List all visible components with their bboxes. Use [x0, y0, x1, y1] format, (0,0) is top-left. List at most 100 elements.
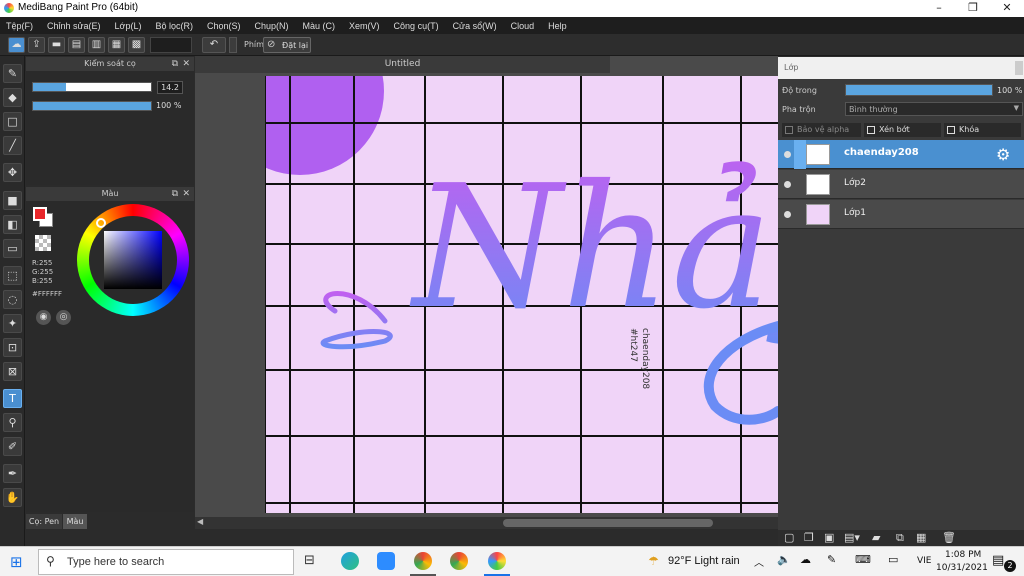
eye-icon[interactable] — [784, 151, 791, 158]
palette-icon[interactable]: ◉ — [36, 310, 51, 325]
minimize-button[interactable]: – — [922, 0, 956, 17]
copy-layer-icon[interactable]: ▣ — [824, 531, 834, 544]
menu-cloud[interactable]: Cloud — [511, 21, 535, 31]
canvas-tab[interactable]: Untitled — [195, 56, 610, 73]
canvas[interactable]: Nhảy chaenday208 #ht247 — [265, 76, 778, 513]
trash-icon[interactable]: 🗑 — [942, 531, 956, 544]
comment-icon[interactable]: ▬ — [48, 37, 65, 53]
brush-size-value[interactable]: 14.2 — [157, 81, 183, 94]
popout-icon[interactable]: ⧉ — [172, 57, 178, 71]
close-icon[interactable]: ✕ — [182, 57, 190, 71]
clipping-checkbox[interactable]: Xén bớt — [864, 123, 941, 137]
eye-icon[interactable] — [784, 181, 791, 188]
undo-icon[interactable]: ↶ — [202, 37, 226, 53]
display-icon[interactable]: ▭ — [888, 553, 898, 566]
edge-icon[interactable] — [341, 552, 359, 570]
brush-size-slider[interactable] — [32, 82, 152, 92]
medibang-taskbar-icon[interactable] — [488, 552, 506, 570]
folder-icon[interactable]: ▰ — [872, 531, 880, 544]
merge-icon[interactable]: ⧉ — [896, 531, 904, 545]
lasso-tool-icon[interactable]: ◌ — [3, 290, 22, 309]
menu-layer[interactable]: Lớp(L) — [115, 21, 142, 31]
eye-icon[interactable] — [784, 211, 791, 218]
scroll-left-icon[interactable]: ◀ — [197, 517, 203, 526]
chrome-profile-icon[interactable] — [450, 552, 468, 570]
close-button[interactable]: ✕ — [990, 0, 1024, 17]
lock-checkbox[interactable]: Khóa — [944, 123, 1021, 137]
close-icon[interactable]: ✕ — [182, 187, 190, 201]
toolbar-dropdown[interactable] — [150, 37, 192, 53]
add-layer-menu-icon[interactable]: ▤▾ — [844, 531, 860, 544]
blend-mode-select[interactable]: Bình thường ▼ — [845, 102, 1023, 116]
cloud-sync-icon[interactable]: ☁ — [800, 553, 811, 566]
gear-icon[interactable]: ⚙ — [996, 145, 1010, 164]
tab-brush[interactable]: Cọ: Pen — [26, 514, 62, 529]
menu-tools[interactable]: Công cụ(T) — [394, 21, 439, 31]
pen-icon[interactable]: ✎ — [827, 553, 836, 566]
maximize-button[interactable]: ❐ — [956, 0, 990, 17]
scrollbar-thumb[interactable] — [503, 519, 713, 527]
menu-capture[interactable]: Chụp(N) — [255, 21, 289, 31]
cloud-icon[interactable]: ☁ — [8, 37, 25, 53]
duplicate-layer-icon[interactable]: ❐ — [804, 531, 814, 544]
language-indicator[interactable]: VIE — [917, 556, 932, 566]
menu-help[interactable]: Help — [548, 21, 567, 31]
clock-time[interactable]: 1:08 PM — [945, 550, 981, 560]
protect-alpha-checkbox[interactable]: Bảo vệ alpha — [782, 123, 861, 137]
brush-opacity-slider[interactable] — [32, 101, 152, 111]
document-icon[interactable]: ▥ — [88, 37, 105, 53]
layout-icon[interactable]: ▩ — [128, 37, 145, 53]
rectangle-tool-icon[interactable]: □ — [3, 112, 22, 131]
popout-icon[interactable]: ⧉ — [172, 187, 178, 201]
weather-text[interactable]: 92°F Light rain — [668, 555, 740, 567]
palette-settings-icon[interactable]: ◎ — [56, 310, 71, 325]
share-icon[interactable]: ⇪ — [28, 37, 45, 53]
layer-row-lop2[interactable]: Lớp2 — [778, 170, 1024, 199]
horizontal-scrollbar[interactable]: ◀ — [195, 517, 778, 529]
line-tool-icon[interactable]: ╱ — [3, 136, 22, 155]
select-rect-tool-icon[interactable]: ⬚ — [3, 266, 22, 285]
menu-file[interactable]: Tệp(F) — [6, 21, 33, 31]
menu-select[interactable]: Chọn(S) — [207, 21, 241, 31]
zoom-icon[interactable] — [377, 552, 395, 570]
search-input[interactable]: ⚲ Type here to search — [38, 549, 294, 575]
grid-icon[interactable]: ▦ — [108, 37, 125, 53]
speaker-icon[interactable]: 🔈 — [777, 553, 791, 566]
chrome-icon[interactable] — [414, 552, 432, 570]
operation-tool-icon[interactable]: ⚲ — [3, 413, 22, 432]
panel-scroll[interactable] — [1015, 61, 1023, 75]
saturation-value-square[interactable] — [104, 231, 162, 289]
menu-window[interactable]: Cửa sổ(W) — [453, 21, 497, 31]
keyboard-icon[interactable]: ⌨ — [855, 553, 871, 566]
bucket-tool-icon[interactable]: ◧ — [3, 215, 22, 234]
magic-wand-tool-icon[interactable]: ✦ — [3, 314, 22, 333]
menu-edit[interactable]: Chỉnh sửa(E) — [47, 21, 101, 31]
menu-view[interactable]: Xem(V) — [349, 21, 380, 31]
layer-row-lop1[interactable]: Lớp1 — [778, 200, 1024, 229]
layer-row-chaenday208[interactable]: chaenday208 ⚙ — [778, 140, 1024, 169]
eyedropper-tool-icon[interactable]: ✐ — [3, 437, 22, 456]
pen-tool-icon[interactable]: ✒ — [3, 464, 22, 483]
new-layer-icon[interactable]: ▢ — [784, 531, 794, 544]
gradient-tool-icon[interactable]: ▭ — [3, 239, 22, 258]
chat-icon[interactable]: ▤ — [68, 37, 85, 53]
brush-tool-icon[interactable]: ✎ — [3, 64, 22, 83]
menu-color[interactable]: Màu (C) — [303, 21, 336, 31]
task-view-icon[interactable]: ⊟ — [304, 553, 315, 568]
eraser-tool-icon[interactable]: ◆ — [3, 88, 22, 107]
tab-color[interactable]: Màu — [63, 514, 87, 529]
primary-color-swatch[interactable] — [33, 207, 47, 221]
layer-opacity-slider[interactable] — [845, 84, 993, 96]
move-tool-icon[interactable]: ✥ — [3, 163, 22, 182]
text-tool-icon[interactable]: T — [3, 389, 22, 408]
transparent-swatch[interactable] — [35, 235, 51, 251]
windows-start-icon[interactable]: ⊞ — [10, 553, 23, 571]
hue-picker-handle[interactable] — [96, 218, 106, 228]
menu-filter[interactable]: Bộ lọc(R) — [155, 21, 193, 31]
fill-rect-tool-icon[interactable]: ■ — [3, 191, 22, 210]
select-eraser-tool-icon[interactable]: ⊠ — [3, 362, 22, 381]
chevron-up-icon[interactable]: ︿ — [754, 554, 764, 569]
layer-settings-icon[interactable]: ▦ — [916, 531, 926, 544]
notification-icon[interactable]: ▤ — [992, 553, 1004, 568]
select-pen-tool-icon[interactable]: ⊡ — [3, 338, 22, 357]
